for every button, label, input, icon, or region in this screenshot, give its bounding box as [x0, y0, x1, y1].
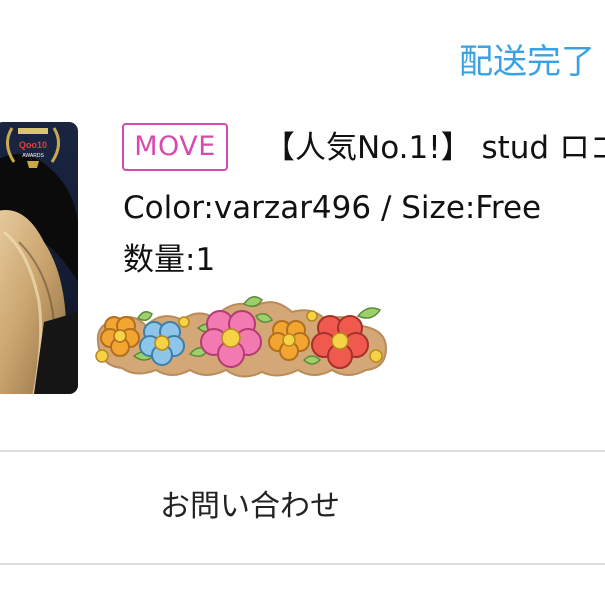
- delivery-status-link[interactable]: 配送完了: [459, 40, 595, 84]
- contact-label: お問い合わせ: [160, 489, 340, 524]
- shop-badge: MOVE: [122, 123, 228, 171]
- divider: [0, 563, 605, 565]
- award-logo-text: Qoo10: [19, 140, 47, 150]
- product-thumbnail[interactable]: Qoo10 AWARDS: [0, 122, 78, 394]
- contact-button[interactable]: お問い合わせ: [0, 452, 605, 562]
- award-logo-subtext: AWARDS: [22, 153, 44, 159]
- order-detail-page: 配送完了 Qoo10 AWARDS MOVE 【人気No.1!】 stud ロゴ…: [0, 0, 605, 605]
- product-quantity: 数量:1: [123, 242, 216, 278]
- product-title[interactable]: 【人気No.1!】 stud ロゴ: [264, 126, 605, 170]
- product-photo: Qoo10 AWARDS: [0, 122, 78, 394]
- flower-sticker: [95, 296, 388, 378]
- product-option: Color:varzar496 / Size:Free: [123, 190, 542, 226]
